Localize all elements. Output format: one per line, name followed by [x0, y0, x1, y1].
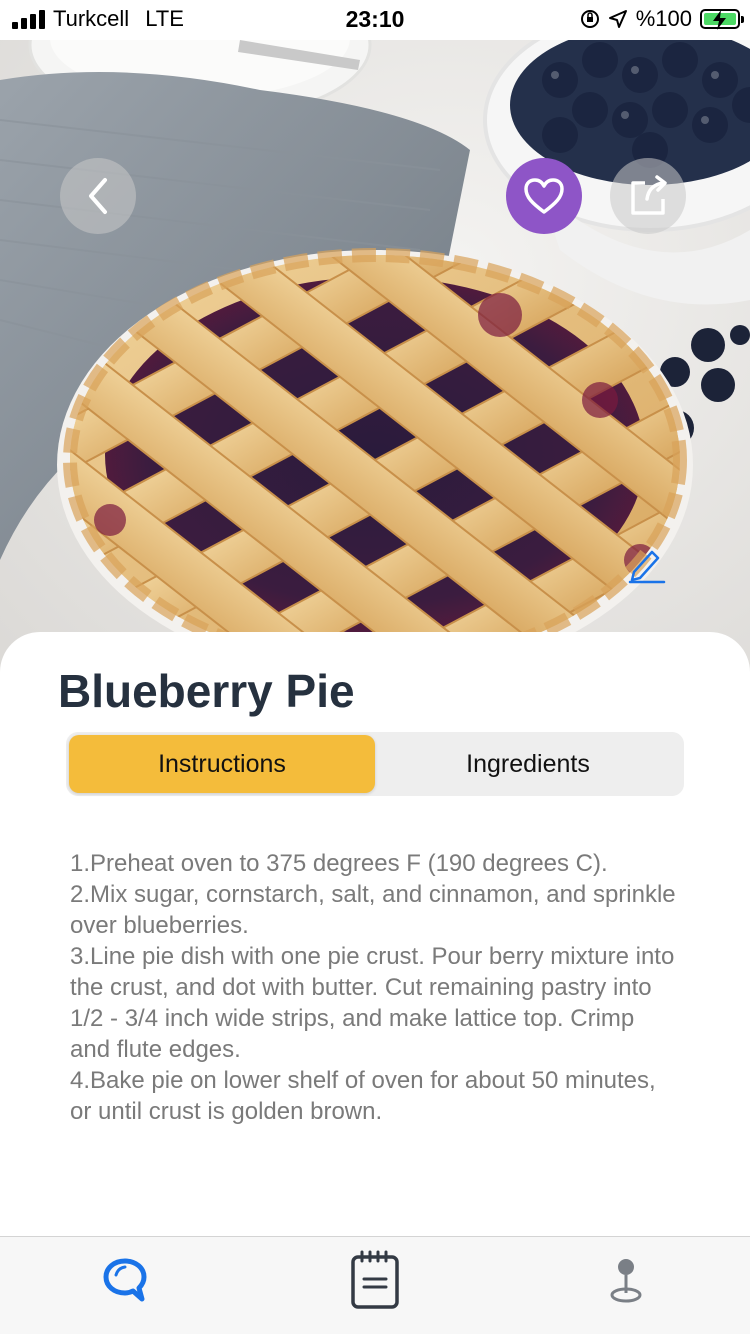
- edit-button[interactable]: [624, 542, 668, 586]
- tab-instructions[interactable]: Instructions: [69, 735, 375, 793]
- edit-icon: [628, 550, 666, 584]
- location-arrow-icon: [608, 10, 627, 28]
- location-pin-icon: [610, 1259, 642, 1303]
- search-chat-icon: [103, 1258, 147, 1302]
- battery-level: [704, 10, 736, 30]
- recipe-card: Blueberry Pie Instructions Ingredients 1…: [0, 632, 750, 1236]
- recipe-title: Blueberry Pie: [58, 665, 355, 717]
- share-button[interactable]: [610, 158, 686, 234]
- instruction-step: 2.Mix sugar, cornstarch, salt, and cinna…: [70, 881, 676, 939]
- instruction-step: 1.Preheat oven to 375 degrees F (190 deg…: [70, 850, 608, 877]
- back-icon: [89, 178, 107, 214]
- heart-icon: [524, 178, 564, 214]
- instruction-step: 4.Bake pie on lower shelf of oven for ab…: [70, 1067, 656, 1125]
- battery-icon: [700, 9, 744, 30]
- pie-photo: [0, 0, 750, 690]
- charging-bolt-icon: [713, 10, 726, 30]
- recipe-tabs: Instructions Ingredients: [66, 732, 684, 796]
- status-right: %100: [580, 6, 744, 32]
- battery-percent: %100: [635, 6, 692, 31]
- tab-bar-search[interactable]: [85, 1245, 165, 1315]
- status-bar: Turkcell LTE 23:10 %100: [0, 0, 750, 40]
- tab-bar-notepad[interactable]: [335, 1245, 415, 1315]
- bottom-tab-bar: [0, 1236, 750, 1334]
- orientation-lock-icon: [580, 10, 599, 28]
- tab-bar-location[interactable]: [586, 1245, 666, 1315]
- instructions-list: 1.Preheat oven to 375 degrees F (190 deg…: [70, 848, 680, 1127]
- instruction-step: 3.Line pie dish with one pie crust. Pour…: [70, 943, 675, 1063]
- share-icon: [631, 175, 667, 215]
- favorite-button[interactable]: [506, 158, 582, 234]
- recipe-hero-image: [0, 0, 750, 690]
- notepad-icon: [351, 1250, 399, 1309]
- back-button[interactable]: [60, 158, 136, 234]
- tab-ingredients[interactable]: Ingredients: [375, 735, 681, 793]
